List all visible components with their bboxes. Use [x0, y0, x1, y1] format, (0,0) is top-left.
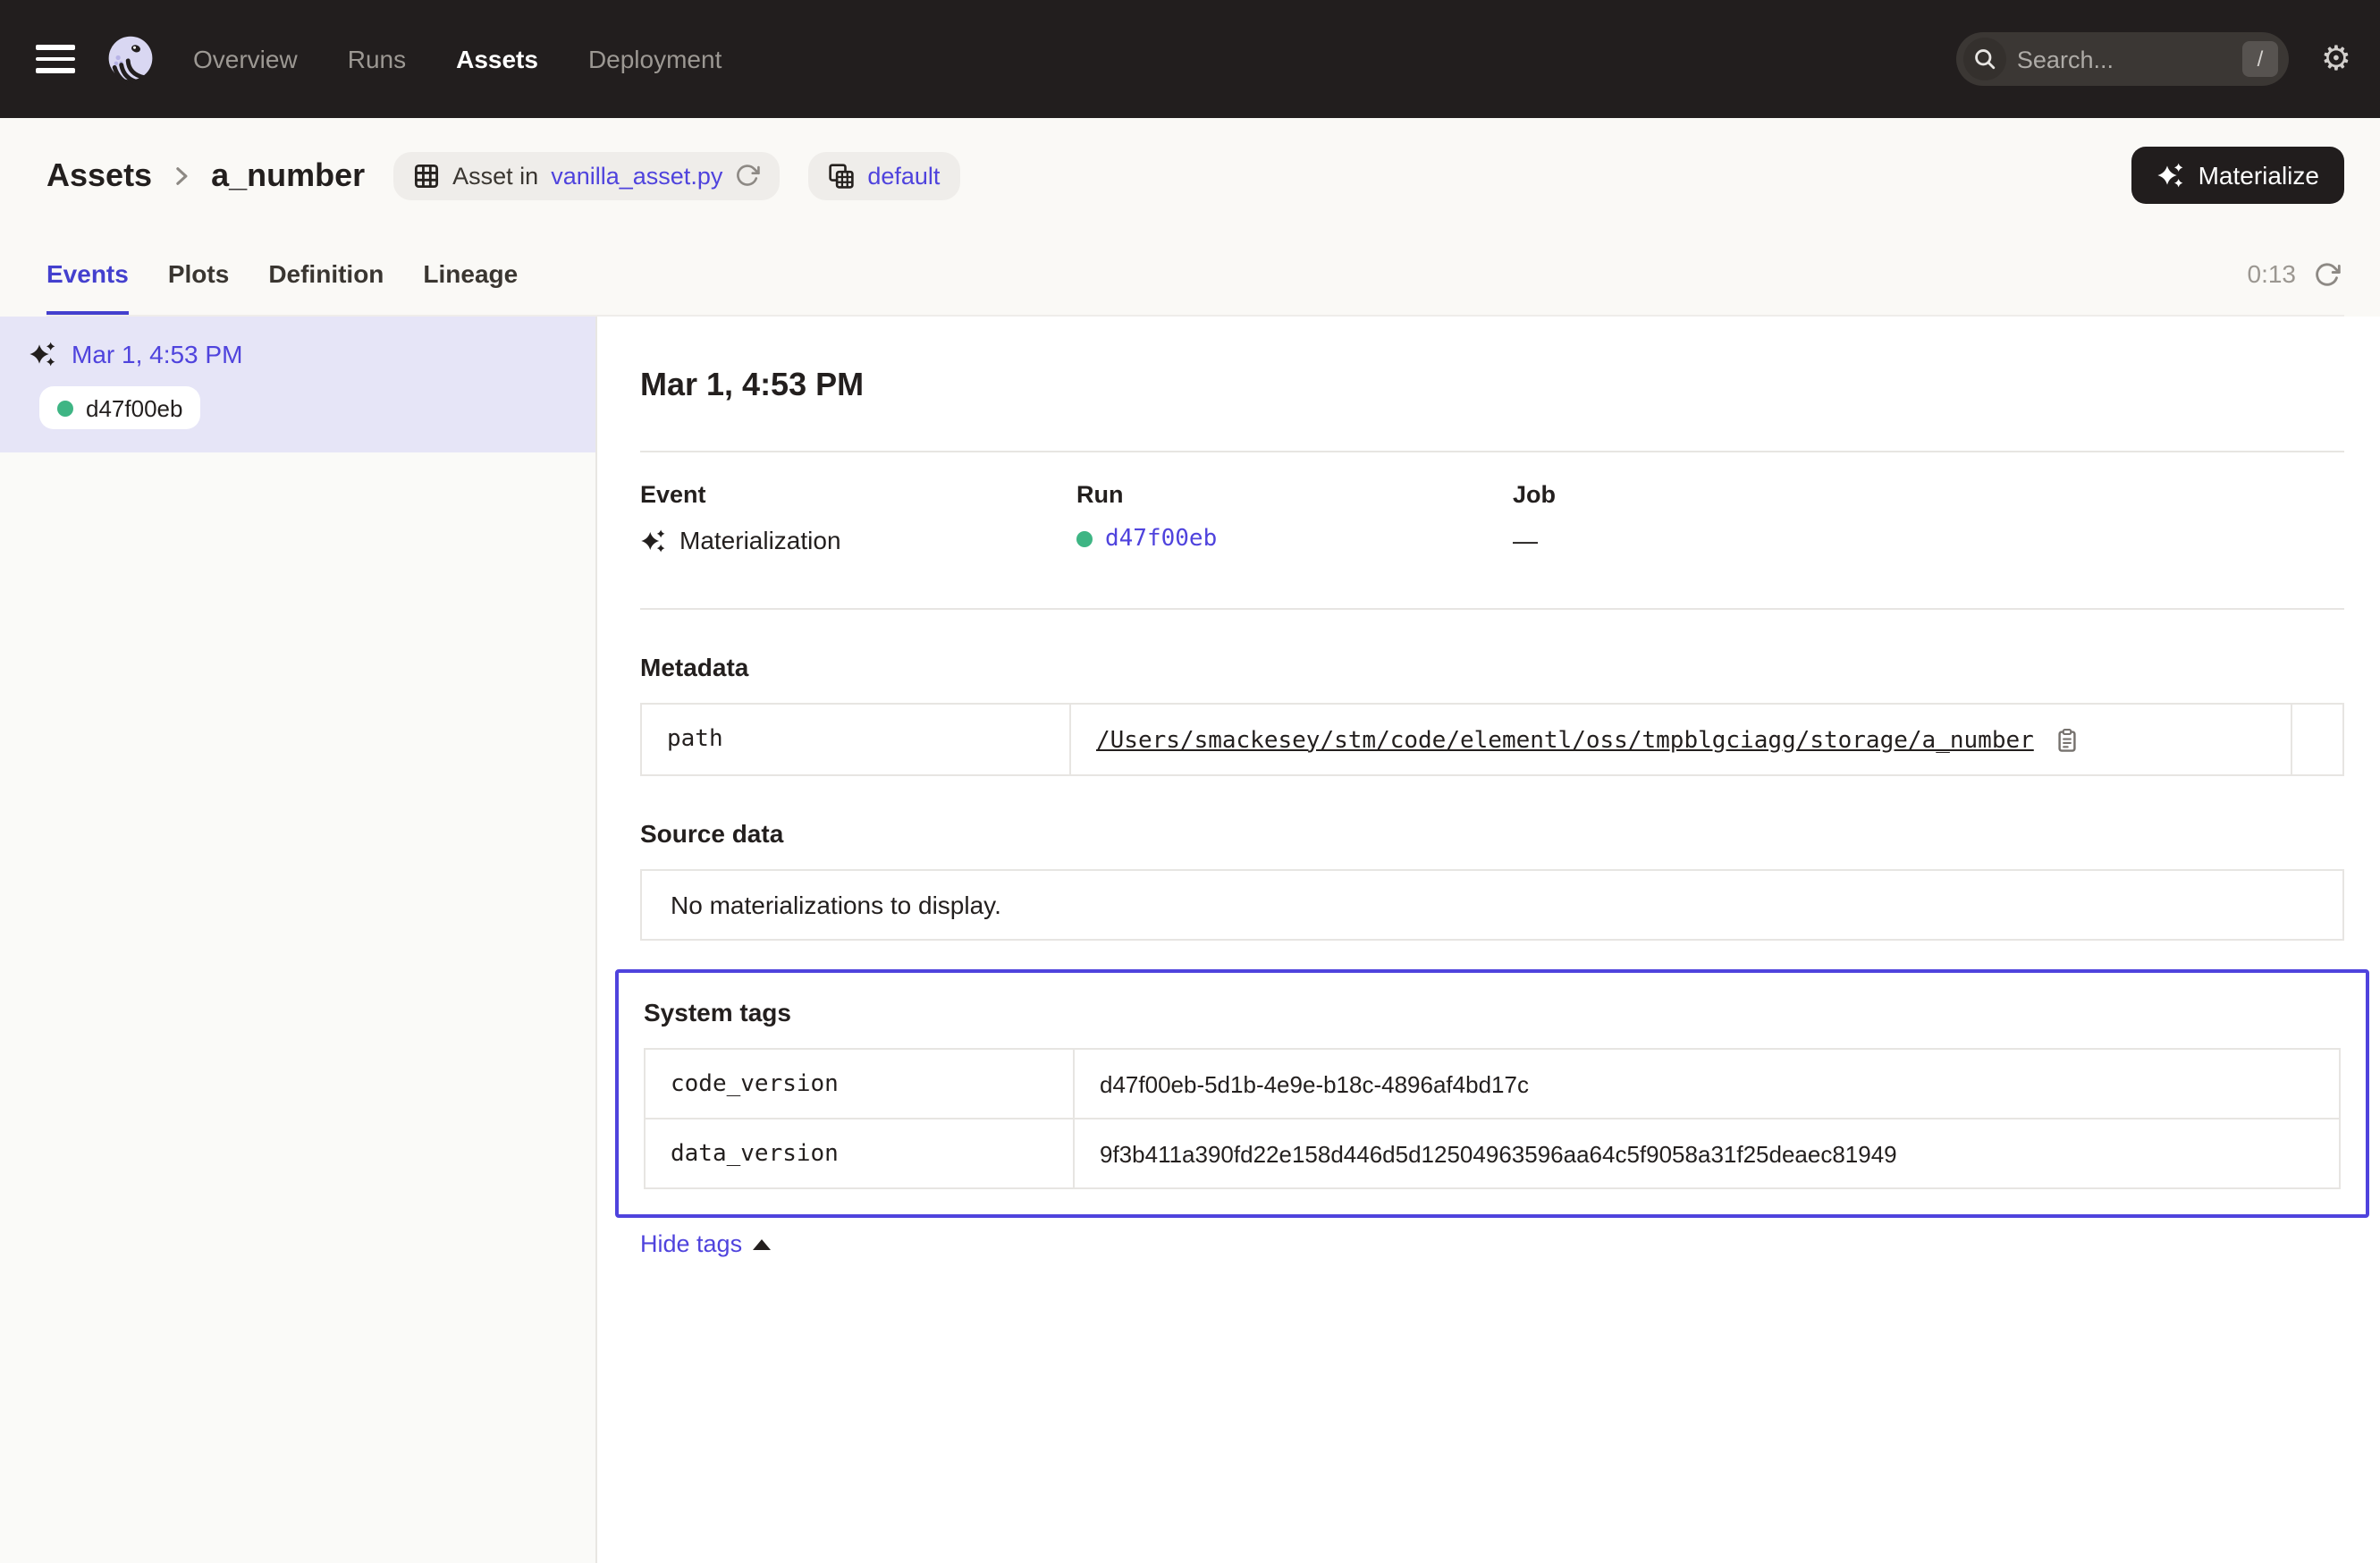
reload-definition-icon[interactable] — [735, 163, 760, 188]
materialize-button[interactable]: Materialize — [2132, 147, 2344, 204]
metadata-heading: Metadata — [640, 653, 2344, 681]
tag-key-data-version: data_version — [645, 1119, 1074, 1188]
refresh-icon[interactable] — [2314, 260, 2341, 287]
table-row: data_version 9f3b411a390fd22e158d446d5d1… — [645, 1119, 2340, 1188]
job-column-label: Job — [1513, 481, 1949, 508]
global-search[interactable]: / — [1956, 32, 2289, 86]
event-detail-panel: Mar 1, 4:53 PM Event Materialization Run… — [597, 317, 2380, 1563]
run-status-success-dot — [1076, 531, 1093, 547]
search-shortcut-key: / — [2242, 41, 2278, 77]
event-type-value: Materialization — [679, 526, 841, 554]
run-column: Run d47f00eb — [1076, 481, 1513, 554]
asset-group-badge: default — [808, 151, 959, 199]
settings-gear-icon[interactable]: ⚙ — [2321, 42, 2351, 76]
breadcrumb-chevron-icon — [168, 162, 195, 189]
nav-runs[interactable]: Runs — [348, 45, 406, 73]
nav-deployment[interactable]: Deployment — [588, 45, 722, 73]
table-row: code_version d47f00eb-5d1b-4e9e-b18c-489… — [645, 1049, 2340, 1119]
metadata-key: path — [641, 704, 1070, 775]
source-data-heading: Source data — [640, 819, 2344, 848]
tag-key-code-version: code_version — [645, 1049, 1074, 1119]
tab-lineage[interactable]: Lineage — [423, 232, 518, 315]
run-id-link[interactable]: d47f00eb — [1105, 526, 1217, 553]
nav-assets[interactable]: Assets — [456, 45, 538, 73]
run-column-label: Run — [1076, 481, 1513, 508]
event-list-item-selected[interactable]: Mar 1, 4:53 PM d47f00eb — [0, 317, 595, 452]
system-tags-heading: System tags — [644, 998, 2341, 1027]
hide-tags-link[interactable]: Hide tags — [640, 1230, 771, 1257]
top-nav-links: Overview Runs Assets Deployment — [193, 45, 722, 73]
asset-badge-prefix: Asset in — [452, 162, 538, 189]
materialization-sparkle-icon — [640, 527, 667, 553]
nav-overview[interactable]: Overview — [193, 45, 298, 73]
group-layers-icon — [828, 162, 855, 189]
event-detail-title: Mar 1, 4:53 PM — [640, 367, 2344, 404]
dagster-app: Overview Runs Assets Deployment / ⚙ Asse… — [0, 0, 2380, 1563]
page-title-asset-name: a_number — [211, 156, 365, 194]
event-list-sidebar: Mar 1, 4:53 PM d47f00eb — [0, 317, 597, 1563]
tag-value-code-version: d47f00eb-5d1b-4e9e-b18c-4896af4bd17c — [1074, 1049, 2340, 1119]
asset-page-header: Assets a_number Asset in vanilla_asset.p… — [0, 118, 2380, 317]
tag-value-data-version: 9f3b411a390fd22e158d446d5d12504963596aa6… — [1074, 1119, 2340, 1188]
system-tags-section-highlighted: System tags code_version d47f00eb-5d1b-4… — [615, 969, 2369, 1218]
table-row: path /Users/smackesey/stm/code/elementl/… — [641, 704, 2343, 775]
run-id-badge[interactable]: d47f00eb — [39, 386, 200, 429]
system-tags-table: code_version d47f00eb-5d1b-4e9e-b18c-489… — [644, 1048, 2341, 1189]
asset-file-link[interactable]: vanilla_asset.py — [551, 162, 722, 189]
tab-events[interactable]: Events — [46, 232, 129, 315]
search-icon — [1963, 38, 2006, 80]
hamburger-menu-icon[interactable] — [36, 46, 75, 73]
event-column: Event Materialization — [640, 481, 1076, 554]
materialize-button-label: Materialize — [2199, 161, 2319, 190]
asset-grid-icon — [413, 162, 440, 189]
refresh-countdown: 0:13 — [2248, 259, 2297, 288]
event-timestamp-link[interactable]: Mar 1, 4:53 PM — [72, 340, 242, 368]
breadcrumb: Assets a_number Asset in vanilla_asset.p… — [46, 118, 2344, 232]
metadata-path-link[interactable]: /Users/smackesey/stm/code/elementl/oss/t… — [1096, 727, 2034, 754]
job-value: — — [1513, 526, 1538, 554]
materialization-sparkle-icon — [29, 340, 57, 368]
group-default-link[interactable]: default — [867, 162, 940, 189]
source-data-empty-message: No materializations to display. — [640, 869, 2344, 941]
dagster-logo-icon[interactable] — [104, 32, 157, 86]
run-status-success-dot — [57, 400, 73, 416]
hide-tags-label: Hide tags — [640, 1230, 742, 1257]
tab-definition[interactable]: Definition — [268, 232, 384, 315]
breadcrumb-assets-link[interactable]: Assets — [46, 156, 152, 194]
run-id-badge-label: d47f00eb — [86, 394, 182, 421]
asset-tabs-row: Events Plots Definition Lineage 0:13 — [46, 232, 2344, 317]
asset-definition-badge: Asset in vanilla_asset.py — [393, 151, 780, 199]
job-column: Job — — [1513, 481, 1949, 554]
copy-to-clipboard-icon[interactable] — [2055, 727, 2080, 752]
caret-up-icon — [753, 1238, 771, 1249]
search-input[interactable] — [2017, 46, 2242, 72]
tab-plots[interactable]: Plots — [168, 232, 229, 315]
sparkle-icon — [2157, 161, 2186, 190]
event-column-label: Event — [640, 481, 1076, 508]
top-navigation-bar: Overview Runs Assets Deployment / ⚙ — [0, 0, 2380, 118]
metadata-table: path /Users/smackesey/stm/code/elementl/… — [640, 703, 2344, 776]
